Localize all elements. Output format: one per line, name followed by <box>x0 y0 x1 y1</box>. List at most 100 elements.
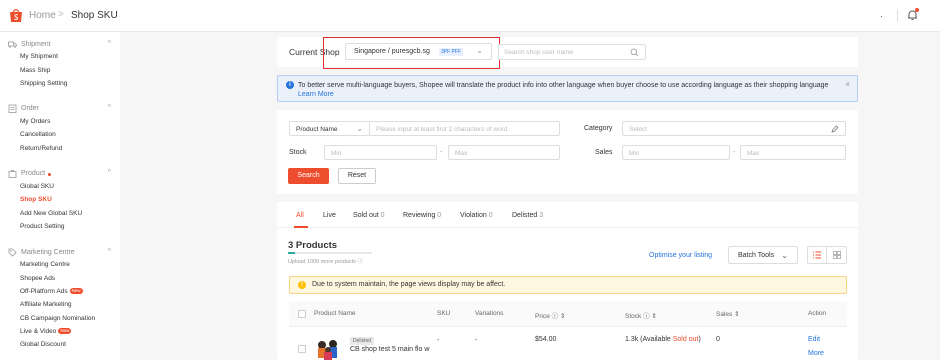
product-name-link[interactable]: CB shop test 5 main flo w <box>350 346 430 354</box>
sidebar-item-global-sku[interactable]: Global SKU <box>20 183 54 190</box>
grid-view-button[interactable] <box>828 247 847 263</box>
learn-more-link[interactable]: Learn More <box>298 91 334 98</box>
sidebar: Shipment ^ My Shipment Mass Ship Shippin… <box>0 32 120 360</box>
sidebar-item-label: Off-Platform Ads <box>20 288 68 295</box>
col-stock[interactable]: Stock ⓘ ⇕ <box>625 310 657 320</box>
sidebar-item-global-discount[interactable]: Global Discount <box>20 341 66 348</box>
help-icon[interactable]: ⓘ <box>357 259 363 265</box>
sidebar-item-mass-ship[interactable]: Mass Ship <box>20 67 50 74</box>
sidebar-item-live-video[interactable]: Live & Video New <box>20 328 72 335</box>
sku-cell: - <box>437 337 440 344</box>
category-select[interactable]: Select <box>622 121 846 136</box>
product-field-value: Product Name <box>296 126 338 133</box>
tab-live[interactable]: Live <box>323 212 336 219</box>
stock-cell: 1.3k (Available Sold out) <box>625 336 701 343</box>
stock-max-input[interactable]: Max <box>448 145 560 160</box>
help-icon: ⓘ <box>551 313 559 320</box>
row-checkbox[interactable] <box>298 345 306 353</box>
list-view-button[interactable] <box>808 247 827 263</box>
sales-min-input[interactable]: Min <box>622 145 730 160</box>
sidebar-item-marketing-centre[interactable]: Marketing Centre <box>20 261 70 268</box>
product-thumbnail[interactable] <box>314 336 342 360</box>
product-name-placeholder: Please input at least first 2 characters… <box>376 126 508 133</box>
tab-label: Violation <box>460 212 487 219</box>
col-stock-label: Stock <box>625 313 642 320</box>
sidebar-section-title: Product <box>21 170 46 177</box>
more-link[interactable]: More <box>808 350 824 357</box>
topbar-divider <box>897 9 898 22</box>
sales-cell: 0 <box>716 336 720 343</box>
sidebar-section-title: Shipment <box>21 41 51 48</box>
sidebar-section-product[interactable]: Product ^ <box>8 169 111 178</box>
chevron-down-icon: ⌄ <box>781 251 788 260</box>
tab-label: Live <box>323 212 336 219</box>
sidebar-section-marketing[interactable]: Marketing Centre ^ <box>8 248 111 257</box>
stock-close: ) <box>698 336 701 343</box>
stock-min-input[interactable]: Min <box>324 145 437 160</box>
sidebar-item-shipping-setting[interactable]: Shipping Setting <box>20 80 67 87</box>
tab-all[interactable]: All <box>296 212 304 219</box>
shopee-logo-icon[interactable] <box>9 8 23 23</box>
tab-violation[interactable]: Violation 0 <box>460 212 493 219</box>
stock-value: 1.3k (Available <box>625 336 671 343</box>
status-badge: Delisted <box>350 337 375 345</box>
sidebar-item-affiliate-marketing[interactable]: Affiliate Marketing <box>20 301 72 308</box>
tab-sold-out[interactable]: Sold out 0 <box>353 212 385 219</box>
bag-icon <box>8 169 17 178</box>
tab-label: Delisted <box>512 212 538 219</box>
breadcrumb-home[interactable]: Home <box>29 10 56 21</box>
sidebar-item-cancellation[interactable]: Cancellation <box>20 131 56 138</box>
col-price[interactable]: Price ⓘ ⇕ <box>535 310 565 320</box>
sort-icon: ⇕ <box>559 313 566 320</box>
info-icon: i <box>286 81 294 89</box>
help-icon: ⓘ <box>643 313 650 320</box>
top-bar: Home > Shop SKU · <box>0 0 940 32</box>
sidebar-item-shopee-ads[interactable]: Shopee Ads <box>20 275 55 282</box>
optimise-listing-link[interactable]: Optimise your listing <box>649 252 712 259</box>
col-sales[interactable]: Sales ⇕ <box>716 310 740 318</box>
edit-link[interactable]: Edit <box>808 336 820 343</box>
sidebar-item-my-orders[interactable]: My Orders <box>20 118 50 125</box>
close-icon[interactable]: × <box>845 80 850 89</box>
table-header: Product Name SKU Variations Price ⓘ ⇕ St… <box>289 301 847 327</box>
sidebar-section-shipment[interactable]: Shipment ^ <box>8 40 111 49</box>
warning-icon: ! <box>298 281 306 289</box>
range-dash: - <box>440 149 443 156</box>
sidebar-item-cb-campaign-nomination[interactable]: CB Campaign Nomination <box>20 315 95 322</box>
select-all-checkbox[interactable] <box>298 310 306 318</box>
category-placeholder: Select <box>629 126 648 133</box>
breadcrumb-separator: > <box>58 9 64 20</box>
sidebar-item-off-platform-ads[interactable]: Off-Platform Ads New <box>20 288 83 295</box>
sidebar-item-shop-sku[interactable]: Shop SKU <box>20 196 52 203</box>
col-sales-label: Sales <box>716 311 733 318</box>
sidebar-item-my-shipment[interactable]: My Shipment <box>20 53 58 60</box>
sidebar-item-return-refund[interactable]: Return/Refund <box>20 145 62 152</box>
batch-tools-button[interactable]: Batch Tools ⌄ <box>728 246 798 264</box>
sidebar-item-product-setting[interactable]: Product Setting <box>20 223 64 230</box>
upload-progress-bar <box>288 252 372 254</box>
notification-dot <box>915 8 919 12</box>
sidebar-section-order[interactable]: Order ^ <box>8 104 111 113</box>
page-title: Shop SKU <box>71 10 118 21</box>
tab-reviewing[interactable]: Reviewing 0 <box>403 212 441 219</box>
shop-search-input[interactable]: Search shop user name <box>498 44 646 60</box>
product-field-select[interactable]: Product Name ⌄ <box>289 121 370 136</box>
tab-delisted[interactable]: Delisted 3 <box>512 212 543 219</box>
sales-max-input[interactable]: Max <box>740 145 846 160</box>
search-icon[interactable] <box>630 48 639 57</box>
sales-label: Sales <box>595 149 613 156</box>
pencil-icon[interactable] <box>831 125 839 133</box>
banner-text: To better serve multi-language buyers, S… <box>298 81 838 99</box>
sidebar-item-add-new-global-sku[interactable]: Add New Global SKU <box>20 210 82 217</box>
reset-button[interactable]: Reset <box>338 168 376 184</box>
search-button[interactable]: Search <box>288 168 329 184</box>
chevron-down-icon: ⌄ <box>356 124 363 133</box>
max-placeholder: Max <box>747 150 760 157</box>
account-menu[interactable]: · <box>880 11 883 21</box>
tab-count: 0 <box>488 212 493 219</box>
list-icon <box>813 251 821 259</box>
maintenance-notice: ! Due to system maintain, the page views… <box>289 276 847 294</box>
product-name-input[interactable]: Please input at least first 2 characters… <box>369 121 560 136</box>
tab-label: All <box>296 212 304 219</box>
min-placeholder: Min <box>331 150 342 157</box>
